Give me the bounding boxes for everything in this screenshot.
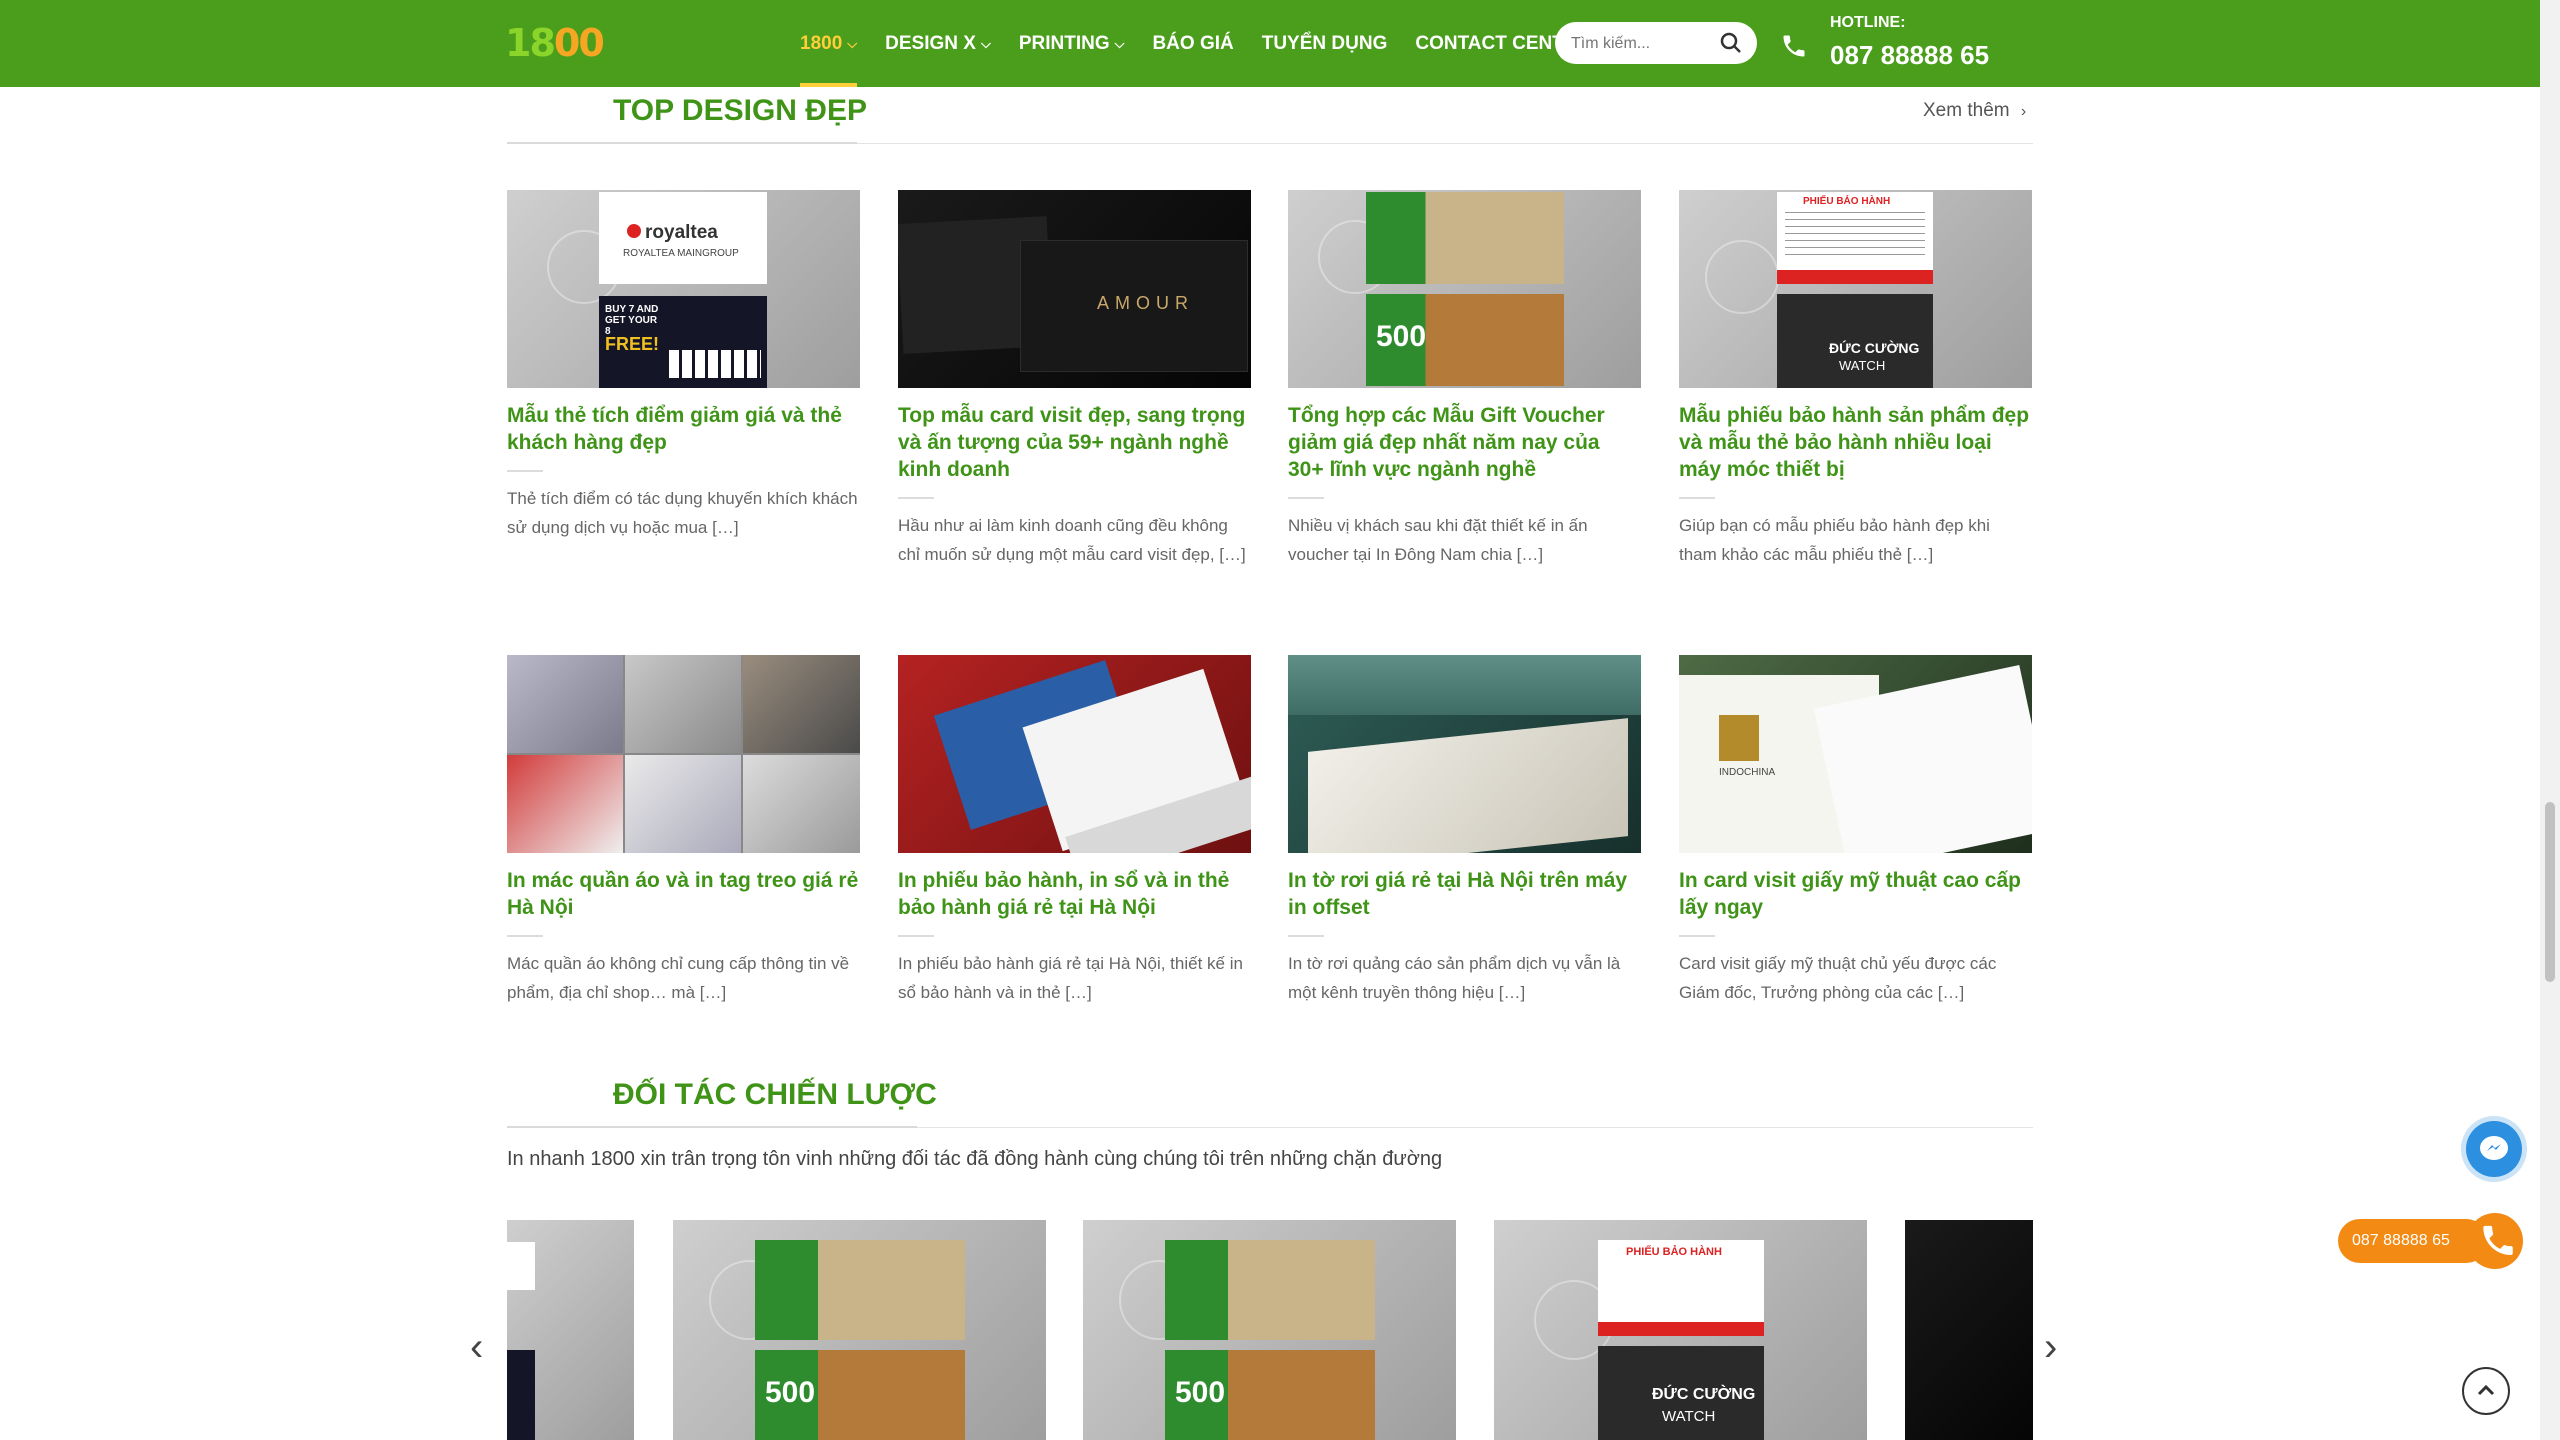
post-card[interactable]: 500 Tổng hợp các Mẫu Gift Voucher giảm g… [1288,190,1641,569]
post-card[interactable]: royaltea ROYALTEA MAINGROUP BUY 7 AND GE… [507,190,860,542]
divider [1679,935,1715,937]
card-amour: AMOUR [1020,240,1248,372]
post-excerpt: In phiếu bảo hành giá rẻ tại Hà Nội, thi… [898,954,1243,1002]
partners-description: In nhanh 1800 xin trân trọng tôn vinh nh… [507,1148,1443,1170]
chevron-down-icon: ⌵ [1114,35,1125,51]
partner-slide[interactable]: 500 [673,1220,1046,1440]
partner-slide[interactable] [507,1220,634,1440]
divider [898,935,934,937]
divider [1679,497,1715,499]
partner-slide[interactable]: PHIẾU BẢO HÀNH ĐỨC CƯỜNG WATCH [1494,1220,1867,1440]
call-button[interactable] [2467,1213,2523,1269]
search-input[interactable] [1569,30,1713,58]
nav-item-tuyen-dung[interactable]: TUYỂN DỤNG [1262,0,1388,87]
post-card[interactable]: In phiếu bảo hành, in sổ và in thẻ bảo h… [898,655,1251,1007]
post-excerpt: Card visit giấy mỹ thuật chủ yếu được cá… [1679,954,1997,1002]
call-pill[interactable]: 087 88888 65 [2338,1219,2488,1263]
chevron-up-icon [2477,1384,2495,1396]
post-thumbnail[interactable]: AMOUR [898,190,1251,388]
search-box [1555,22,1757,64]
slider-prev-button[interactable]: ‹ [470,1325,483,1370]
hotline-number[interactable]: 087 88888 65 [1830,40,1989,71]
section-title-partners: ĐỐI TÁC CHIẾN LƯỢC [613,1078,937,1111]
nav-item-bao-gia[interactable]: BÁO GIÁ [1152,0,1233,87]
back-to-top-button[interactable] [2462,1367,2510,1415]
post-card[interactable]: PHIẾU BẢO HÀNH ĐỨC CƯỜNG WATCH Mẫu phiếu… [1679,190,2032,569]
post-title[interactable]: Mẫu phiếu bảo hành sản phẩm đẹp và mẫu t… [1679,402,2032,483]
partner-slide[interactable]: 500 [1083,1220,1456,1440]
messenger-icon [2480,1136,2508,1160]
warranty-card: PHIẾU BẢO HÀNH [1777,192,1933,284]
post-title[interactable]: In card visit giấy mỹ thuật cao cấp lấy … [1679,867,2032,921]
scrollbar-track[interactable] [2540,0,2560,1440]
post-title[interactable]: Tổng hợp các Mẫu Gift Voucher giảm giá đ… [1288,402,1641,483]
partner-slide[interactable] [1905,1220,2033,1440]
nav-item-printing[interactable]: PRINTING ⌵ [1019,0,1125,87]
post-title[interactable]: In mác quần áo và in tag treo giá rẻ Hà … [507,867,860,921]
search-icon[interactable] [1719,31,1743,55]
divider [1288,497,1324,499]
post-excerpt: Mác quần áo không chỉ cung cấp thông tin… [507,954,850,1002]
post-thumbnail[interactable] [1288,655,1641,853]
section-divider-accent [507,142,857,144]
site-logo[interactable]: 1800 [505,22,605,64]
slider-next-button[interactable]: › [2044,1325,2057,1370]
warranty-watch-card: ĐỨC CƯỜNG WATCH [1777,294,1933,388]
post-title[interactable]: Top mẫu card visit đẹp, sang trọng và ấn… [898,402,1251,483]
post-card[interactable]: In mác quần áo và in tag treo giá rẻ Hà … [507,655,860,1007]
divider [1288,935,1324,937]
watermark-icon [1705,240,1779,314]
nav-item-1800[interactable]: 1800 ⌵ [800,0,858,87]
section-title-top-design: TOP DESIGN ĐẸP [613,94,867,127]
nav-item-design-x[interactable]: DESIGN X ⌵ [885,0,991,87]
phone-icon [2483,1225,2513,1255]
post-excerpt: In tờ rơi quảng cáo sản phẩm dịch vụ vẫn… [1288,954,1621,1002]
chevron-down-icon: ⌵ [980,35,991,51]
chevron-right-icon: › [2020,103,2027,120]
scrollbar-thumb[interactable] [2545,802,2555,982]
card-back: BUY 7 AND GET YOUR 8 FREE! [599,296,767,388]
post-thumbnail[interactable]: royaltea ROYALTEA MAINGROUP BUY 7 AND GE… [507,190,860,388]
post-thumbnail[interactable]: PHIẾU BẢO HÀNH ĐỨC CƯỜNG WATCH [1679,190,2032,388]
card-front: royaltea ROYALTEA MAINGROUP [599,192,767,284]
voucher-back: 500 [1366,294,1564,386]
post-thumbnail[interactable] [898,655,1251,853]
section-divider-accent [507,1126,917,1128]
post-excerpt: Nhiều vị khách sau khi đặt thiết kế in ấ… [1288,516,1588,564]
site-header: 1800 1800 ⌵ DESIGN X ⌵ PRINTING ⌵ BÁO GIÁ T… [0,0,2540,87]
post-title[interactable]: Mẫu thẻ tích điểm giảm giá và thẻ khách … [507,402,860,456]
chevron-down-icon: ⌵ [847,35,858,51]
voucher-front [1366,192,1564,284]
divider [507,935,543,937]
post-card[interactable]: INDOCHINA In card visit giấy mỹ thuật ca… [1679,655,2032,1007]
main-nav: 1800 ⌵ DESIGN X ⌵ PRINTING ⌵ BÁO GIÁ TUYỂN … [800,0,1618,87]
post-thumbnail[interactable]: INDOCHINA [1679,655,2032,853]
post-excerpt: Hầu như ai làm kinh doanh cũng đều không… [898,516,1246,564]
post-thumbnail[interactable]: 500 [1288,190,1641,388]
post-excerpt: Thẻ tích điểm có tác dụng khuyến khích k… [507,489,858,537]
post-title[interactable]: In phiếu bảo hành, in sổ và in thẻ bảo h… [898,867,1251,921]
messenger-button[interactable] [2466,1121,2522,1177]
hotline-label: HOTLINE: [1830,14,1906,31]
phone-icon [1783,35,1805,57]
post-card[interactable]: In tờ rơi giá rẻ tại Hà Nội trên máy in … [1288,655,1641,1007]
post-card[interactable]: AMOUR Top mẫu card visit đẹp, sang trọng… [898,190,1251,569]
divider [898,497,934,499]
see-more-link[interactable]: Xem thêm › [1923,100,2026,122]
post-title[interactable]: In tờ rơi giá rẻ tại Hà Nội trên máy in … [1288,867,1641,921]
post-thumbnail[interactable] [507,655,860,853]
divider [507,470,543,472]
post-excerpt: Giúp bạn có mẫu phiếu bảo hành đẹp khi t… [1679,516,1990,564]
